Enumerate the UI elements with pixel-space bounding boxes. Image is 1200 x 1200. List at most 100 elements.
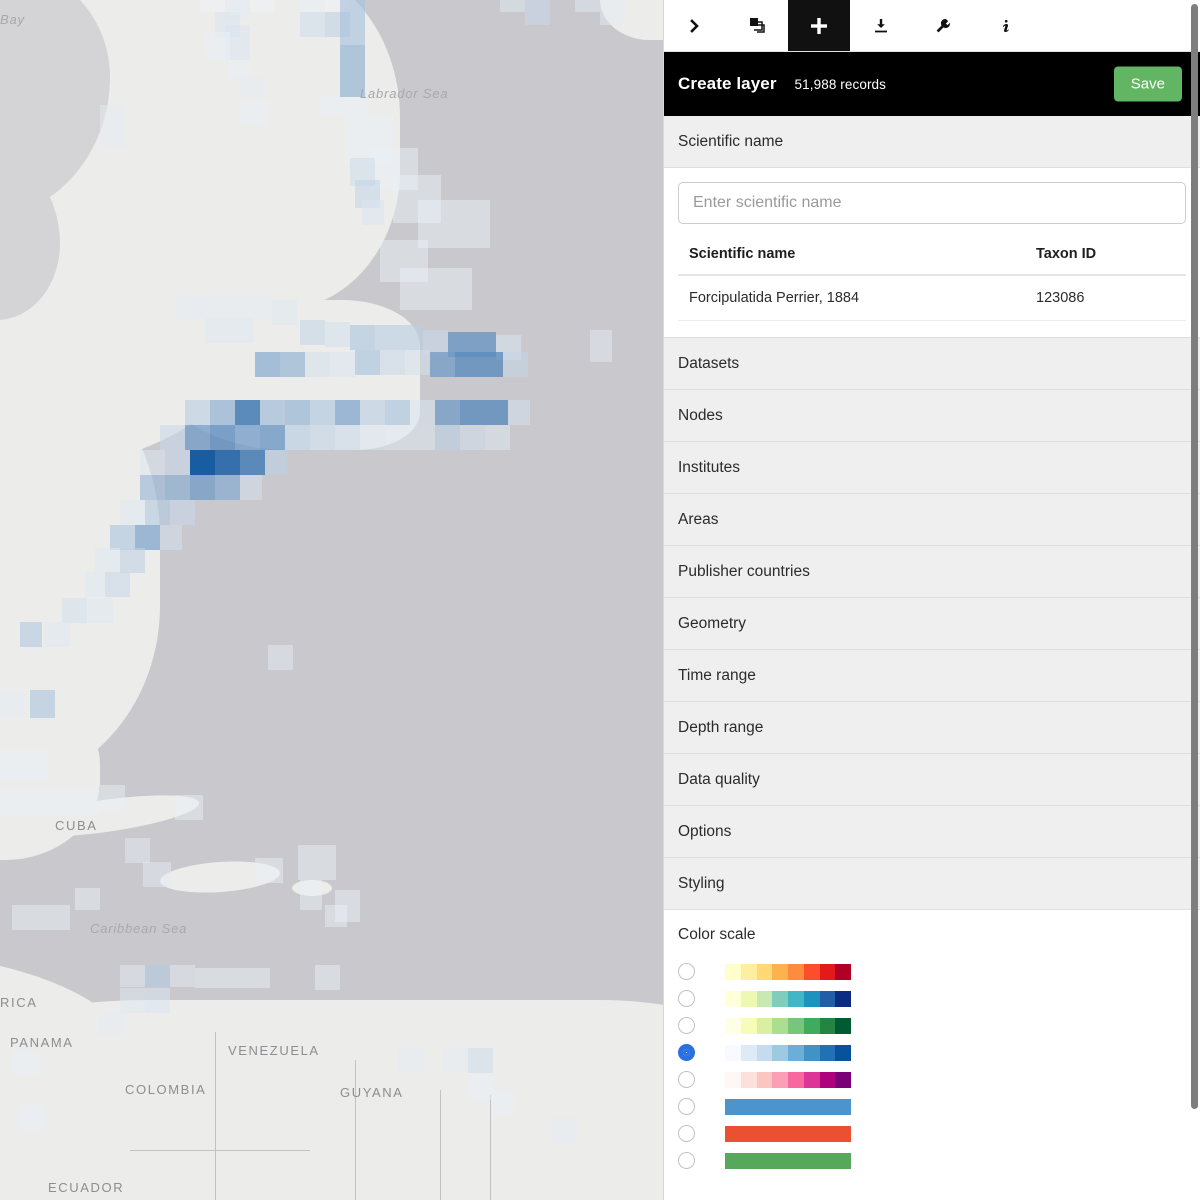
grid-cell[interactable]	[165, 475, 190, 500]
grid-cell[interactable]	[260, 425, 285, 450]
grid-cell[interactable]	[268, 645, 293, 670]
grid-cell[interactable]	[460, 425, 485, 450]
color-scale-swatch[interactable]	[725, 1044, 851, 1061]
grid-cell[interactable]	[442, 1048, 467, 1073]
section-header-scientific-name[interactable]: Scientific name	[664, 116, 1200, 168]
grid-cell[interactable]	[175, 795, 203, 820]
grid-cell[interactable]	[205, 318, 253, 343]
table-row[interactable]: Forcipulatida Perrier, 1884 123086	[678, 275, 1186, 321]
grid-cell[interactable]	[430, 352, 455, 377]
grid-cell[interactable]	[140, 475, 165, 500]
grid-cell[interactable]	[145, 965, 170, 987]
grid-cell[interactable]	[398, 1048, 423, 1073]
grid-cell[interactable]	[143, 862, 171, 887]
grid-cell[interactable]	[100, 105, 125, 147]
grid-cell[interactable]	[240, 475, 262, 500]
grid-cell[interactable]	[590, 330, 612, 362]
grid-cell[interactable]	[0, 790, 100, 815]
color-scale-option-ylorrd[interactable]	[678, 958, 1186, 985]
section-header-areas[interactable]: Areas	[664, 494, 1200, 546]
grid-cell[interactable]	[335, 400, 360, 425]
grid-cell[interactable]	[120, 500, 145, 525]
grid-cell[interactable]	[20, 622, 42, 647]
grid-cell[interactable]	[260, 400, 285, 425]
grid-cell[interactable]	[362, 200, 384, 225]
grid-cell[interactable]	[460, 400, 508, 425]
grid-cell[interactable]	[375, 325, 423, 350]
color-scale-radio[interactable]	[678, 1098, 695, 1115]
grid-cell[interactable]	[235, 400, 260, 425]
grid-cell[interactable]	[503, 352, 528, 377]
grid-cell[interactable]	[100, 785, 125, 810]
color-scale-swatch[interactable]	[725, 963, 851, 980]
grid-cell[interactable]	[410, 400, 435, 425]
grid-cell[interactable]	[508, 400, 530, 425]
grid-cell[interactable]	[30, 690, 55, 718]
section-header-geometry[interactable]: Geometry	[664, 598, 1200, 650]
color-scale-swatch[interactable]	[725, 1071, 851, 1088]
section-header-publisher-countries[interactable]: Publisher countries	[664, 546, 1200, 598]
grid-cell[interactable]	[325, 905, 347, 927]
tab-download[interactable]	[850, 0, 912, 51]
grid-cell[interactable]	[160, 425, 185, 450]
grid-cell[interactable]	[340, 0, 365, 45]
grid-cell[interactable]	[235, 425, 260, 450]
section-header-data-quality[interactable]: Data quality	[664, 754, 1200, 806]
section-header-institutes[interactable]: Institutes	[664, 442, 1200, 494]
grid-cell[interactable]	[230, 0, 248, 15]
grid-cell[interactable]	[360, 425, 385, 450]
grid-cell[interactable]	[500, 0, 525, 12]
grid-cell[interactable]	[468, 1048, 493, 1073]
grid-cell[interactable]	[385, 425, 410, 450]
grid-cell[interactable]	[255, 858, 283, 883]
grid-cell[interactable]	[492, 1090, 514, 1115]
tab-tools[interactable]	[912, 0, 974, 51]
grid-cell[interactable]	[120, 548, 145, 573]
grid-cell[interactable]	[310, 400, 335, 425]
grid-cell[interactable]	[250, 0, 275, 12]
panel-scrollbar-track[interactable]	[1189, 0, 1200, 1200]
grid-cell[interactable]	[160, 525, 182, 550]
grid-cell[interactable]	[455, 352, 503, 377]
grid-cell[interactable]	[185, 400, 210, 425]
panel-scrollbar-thumb[interactable]	[1191, 4, 1198, 1109]
color-scale-swatch[interactable]	[725, 990, 851, 1007]
color-scale-option-solid-red[interactable]	[678, 1120, 1186, 1147]
color-scale-radio[interactable]	[678, 1125, 695, 1142]
grid-cell[interactable]	[170, 500, 195, 525]
color-scale-radio[interactable]	[678, 1044, 695, 1061]
grid-cell[interactable]	[145, 500, 170, 525]
grid-cell[interactable]	[120, 965, 145, 987]
color-scale-option-rdpu[interactable]	[678, 1066, 1186, 1093]
grid-cell[interactable]	[62, 598, 87, 623]
grid-cell[interactable]	[12, 1050, 40, 1075]
color-scale-option-solid-green[interactable]	[678, 1147, 1186, 1174]
grid-cell[interactable]	[335, 425, 360, 450]
color-scale-swatch[interactable]	[725, 1098, 851, 1115]
color-scale-option-ylgn[interactable]	[678, 1012, 1186, 1039]
grid-cell[interactable]	[105, 572, 130, 597]
section-header-depth-range[interactable]: Depth range	[664, 702, 1200, 754]
tab-info[interactable]	[974, 0, 1036, 51]
color-scale-swatch[interactable]	[725, 1125, 851, 1142]
scientific-name-input[interactable]	[678, 182, 1186, 224]
grid-cell[interactable]	[525, 0, 550, 25]
tab-add-layer[interactable]	[788, 0, 850, 51]
grid-cell[interactable]	[205, 32, 230, 60]
grid-cell[interactable]	[125, 838, 150, 863]
grid-cell[interactable]	[360, 400, 385, 425]
grid-cell[interactable]	[75, 888, 100, 910]
grid-cell[interactable]	[405, 350, 430, 375]
grid-cell[interactable]	[95, 548, 120, 573]
grid-cell[interactable]	[315, 965, 340, 990]
grid-cell[interactable]	[98, 1010, 123, 1035]
grid-cell[interactable]	[190, 450, 215, 475]
grid-cell[interactable]	[380, 350, 405, 375]
grid-cell[interactable]	[435, 400, 460, 425]
grid-cell[interactable]	[330, 352, 355, 377]
grid-cell[interactable]	[210, 425, 235, 450]
color-scale-radio[interactable]	[678, 963, 695, 980]
grid-cell[interactable]	[575, 0, 600, 12]
section-header-styling[interactable]: Styling	[664, 858, 1200, 910]
grid-cell[interactable]	[325, 322, 350, 347]
